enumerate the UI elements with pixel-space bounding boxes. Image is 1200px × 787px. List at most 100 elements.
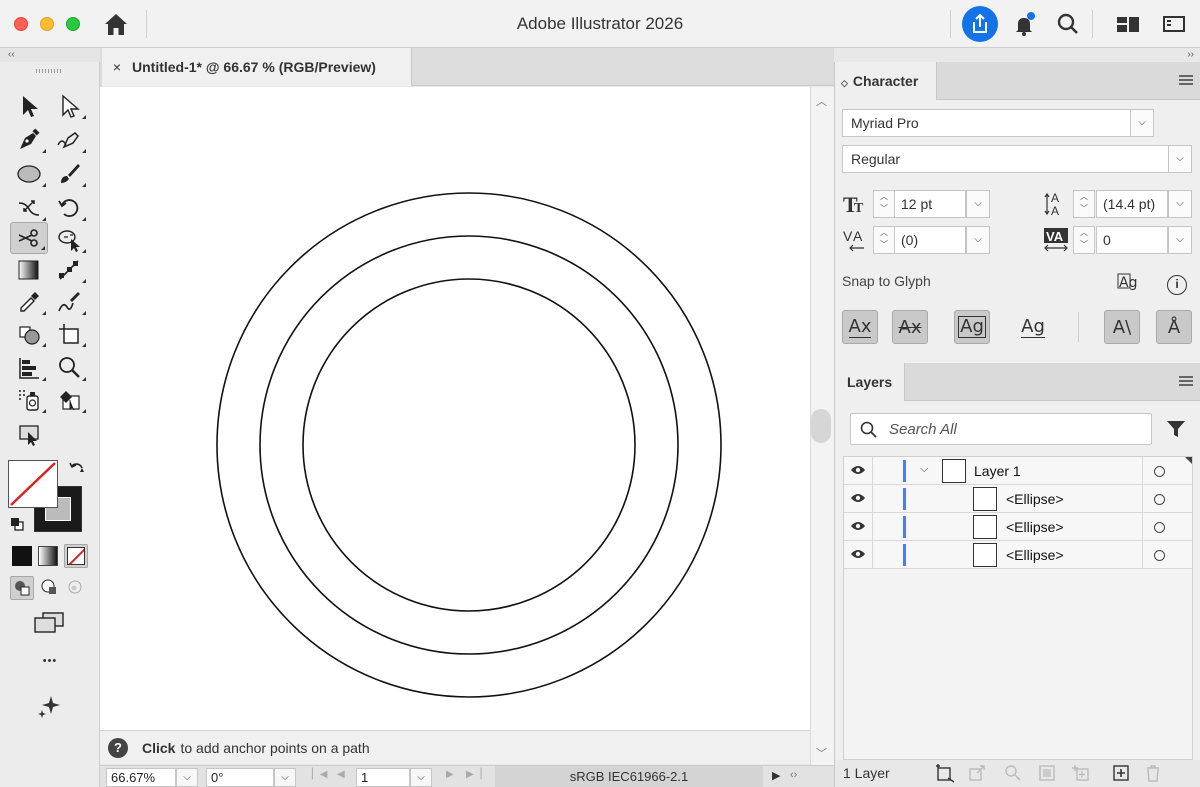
blend-tool[interactable] — [50, 254, 88, 286]
target-circle-icon[interactable] — [1154, 494, 1165, 505]
glyph-options-icon[interactable]: Ag — [1117, 272, 1141, 296]
perspective-tool[interactable] — [10, 418, 48, 450]
chevron-down-icon[interactable]: ⌵ — [1168, 145, 1192, 173]
collapse-panels-button[interactable]: ›› — [834, 48, 1200, 62]
tracking-stepper[interactable]: ︿ ﹀ — [1073, 226, 1095, 254]
new-layer-icon[interactable] — [1111, 763, 1131, 783]
font-size-stepper[interactable]: ︿ ﹀ — [873, 190, 895, 218]
outer-ellipse[interactable] — [216, 192, 722, 698]
layers-panel-tab[interactable]: Layers — [835, 363, 905, 401]
ellipse-tool[interactable] — [10, 158, 48, 190]
status-menu-arrow-icon[interactable]: ▶ — [772, 769, 780, 782]
expand-chevron-icon[interactable]: ⌵ — [920, 463, 928, 476]
none-mode-button[interactable] — [64, 544, 88, 568]
search-icon[interactable] — [1054, 10, 1082, 38]
tracking-field[interactable]: 0 — [1096, 226, 1168, 254]
snap-glyph-bounds-button[interactable]: Ag — [954, 310, 990, 344]
panel-menu-icon[interactable] — [1179, 376, 1193, 386]
font-style-dropdown[interactable]: Regular ⌵ — [842, 145, 1192, 173]
gradient-mode-button[interactable] — [38, 546, 58, 566]
sublayer-name[interactable]: <Ellipse> — [1006, 519, 1064, 535]
kerning-dropdown[interactable]: ⌵ — [966, 226, 990, 254]
leading-dropdown[interactable]: ⌵ — [1168, 190, 1192, 218]
vertical-scrollbar[interactable]: ︿ ﹀ — [810, 87, 834, 765]
leading-stepper[interactable]: ︿ ﹀ — [1073, 190, 1095, 218]
export-icon[interactable] — [967, 763, 987, 783]
artboard-canvas[interactable] — [100, 87, 810, 730]
zoom-dropdown[interactable]: ⌵ — [176, 768, 198, 787]
rotation-field[interactable]: 0° — [206, 768, 274, 787]
sublayer-name[interactable]: <Ellipse> — [1006, 547, 1064, 563]
sublayer-row[interactable]: <Ellipse> — [844, 513, 1192, 541]
shape-builder-tool[interactable] — [50, 224, 88, 256]
inner-ellipse[interactable] — [302, 278, 636, 612]
layer-row[interactable]: ⌵ Layer 1 — [844, 457, 1192, 485]
toolbar-grip[interactable] — [36, 69, 62, 73]
width-tool[interactable] — [10, 192, 48, 224]
kerning-field[interactable]: (0) — [894, 226, 966, 254]
font-size-dropdown[interactable]: ⌵ — [966, 190, 990, 218]
filter-icon[interactable] — [1165, 418, 1187, 440]
snap-anchor-point-button[interactable]: Å — [1156, 310, 1192, 344]
draw-behind-button[interactable] — [38, 576, 62, 600]
info-icon[interactable]: i — [1167, 275, 1187, 295]
draw-normal-button[interactable] — [10, 576, 34, 600]
selection-tool[interactable] — [10, 90, 48, 122]
sublayer-name[interactable]: <Ellipse> — [1006, 491, 1064, 507]
panel-collapse-icon[interactable]: ◇ — [841, 78, 848, 88]
collect-for-export-icon[interactable] — [935, 763, 955, 783]
panel-toggle-icon[interactable] — [1160, 10, 1188, 38]
help-icon[interactable]: ? — [108, 737, 128, 758]
middle-ellipse[interactable] — [259, 235, 679, 655]
color-profile-label[interactable]: sRGB IEC61966-2.1 — [495, 766, 763, 787]
sublayer-row[interactable]: <Ellipse> — [844, 485, 1192, 513]
last-artboard-icon[interactable]: ▶▕ — [466, 769, 481, 780]
document-tab[interactable]: × Untitled-1* @ 66.67 % (RGB/Preview) — [102, 48, 412, 86]
chevron-down-icon[interactable]: ⌵ — [1130, 109, 1154, 137]
layers-search-input[interactable]: Search All — [850, 413, 1152, 445]
new-sublayer-icon[interactable] — [1071, 763, 1091, 783]
leading-field[interactable]: (14.4 pt) — [1096, 190, 1168, 218]
warp-tool[interactable] — [50, 286, 88, 318]
previous-artboard-icon[interactable]: ◀ — [337, 769, 345, 780]
draw-inside-button[interactable] — [64, 576, 88, 600]
eye-icon[interactable] — [850, 548, 866, 560]
collapse-toolbar-button[interactable]: ‹‹ — [0, 48, 100, 62]
curvature-tool[interactable] — [50, 124, 88, 156]
locate-object-icon[interactable] — [1003, 763, 1023, 783]
first-artboard-icon[interactable]: ▏◀ — [312, 769, 327, 780]
gradient-tool[interactable] — [10, 254, 48, 286]
pen-tool[interactable] — [10, 124, 48, 156]
panel-menu-icon[interactable] — [1179, 75, 1193, 85]
screen-mode-icon[interactable] — [32, 610, 66, 636]
sublayer-row[interactable]: <Ellipse> — [844, 541, 1192, 569]
minimize-window-button[interactable] — [40, 17, 54, 31]
notifications-bell-icon[interactable] — [1010, 10, 1038, 38]
share-button[interactable] — [962, 6, 998, 42]
symbol-sprayer-tool[interactable] — [10, 384, 48, 416]
column-graph-tool[interactable] — [10, 352, 48, 384]
home-icon[interactable] — [102, 11, 130, 37]
scroll-thumb[interactable] — [811, 409, 831, 443]
sparkle-icon[interactable] — [36, 692, 62, 718]
next-artboard-icon[interactable]: ▶ — [446, 769, 454, 780]
rotation-dropdown[interactable]: ⌵ — [274, 768, 296, 787]
eye-icon[interactable] — [850, 520, 866, 532]
target-circle-icon[interactable] — [1154, 522, 1165, 533]
scroll-up-icon[interactable]: ︿ — [816, 93, 827, 109]
close-document-icon[interactable]: × — [102, 59, 132, 75]
color-mode-button[interactable] — [12, 546, 32, 566]
workspace-switcher-icon[interactable] — [1114, 10, 1142, 38]
rotate-tool[interactable] — [50, 192, 88, 224]
snap-proximity-guides-button[interactable]: Ag — [1015, 310, 1051, 344]
live-paint-tool[interactable] — [10, 318, 48, 350]
eye-icon[interactable] — [850, 464, 866, 476]
artboard-tool[interactable] — [50, 318, 88, 350]
scissors-tool[interactable] — [10, 222, 48, 254]
layer-name[interactable]: Layer 1 — [974, 463, 1021, 479]
horizontal-scroll-icon[interactable]: ‹› — [790, 769, 797, 781]
eye-icon[interactable] — [850, 492, 866, 504]
close-window-button[interactable] — [14, 17, 28, 31]
zoom-window-button[interactable] — [66, 17, 80, 31]
swap-fill-stroke-icon[interactable] — [68, 460, 86, 478]
